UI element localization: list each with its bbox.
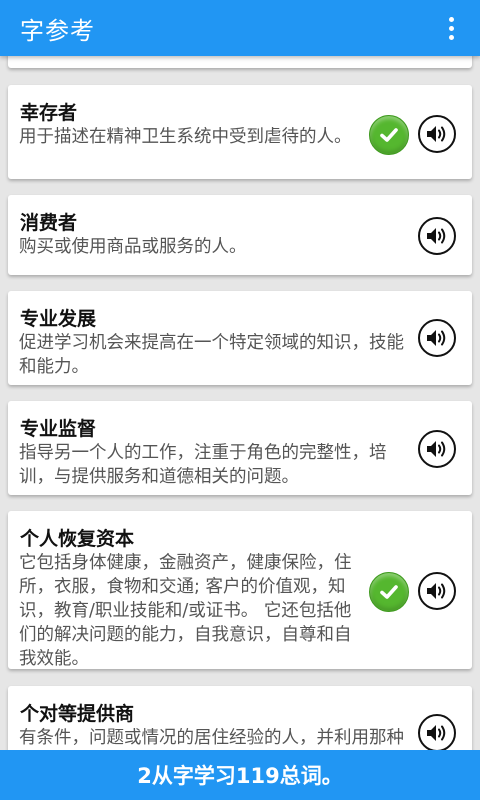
term-card[interactable]: 专业发展 促进学习机会来提高在一个特定领域的知识，技能和能力。	[8, 291, 472, 385]
term-title: 幸存者	[20, 102, 78, 124]
term-card[interactable]: 消费者 购买或使用商品或服务的人。	[8, 195, 472, 275]
speaker-icon[interactable]	[418, 319, 456, 357]
speaker-icon[interactable]	[418, 572, 456, 610]
term-definition: 促进学习机会来提高在一个特定领域的知识，技能和能力。	[19, 333, 404, 377]
term-definition: 用于描述在精神卫生系统中受到虐待的人。	[19, 127, 352, 147]
term-card[interactable]: 专业监督 指导另一个人的工作，注重于角色的完整性，培训，与提供服务和道德相关的问…	[8, 401, 472, 495]
app-title: 字参考	[20, 16, 95, 45]
term-card[interactable]: 幸存者 用于描述在精神卫生系统中受到虐待的人。	[8, 85, 472, 179]
term-title: 个人恢复资本	[20, 528, 135, 550]
term-title: 个对等提供商	[20, 703, 135, 725]
speaker-icon[interactable]	[418, 714, 456, 750]
term-title: 专业监督	[20, 418, 97, 440]
previous-card-edge	[8, 56, 472, 68]
check-icon	[369, 115, 409, 155]
term-list[interactable]: 幸存者 用于描述在精神卫生系统中受到虐待的人。 消费者 购买或使用商品或服务的人…	[0, 56, 480, 750]
speaker-icon[interactable]	[418, 430, 456, 468]
term-definition: 指导另一个人的工作，注重于角色的完整性，培训，与提供服务和道德相关的问题。	[19, 443, 387, 487]
term-title: 专业发展	[20, 308, 97, 330]
term-definition: 购买或使用商品或服务的人。	[19, 237, 247, 257]
term-card[interactable]: 个人恢复资本 它包括身体健康，金融资产，健康保险，住所，衣服，食物和交通; 客户…	[8, 511, 472, 669]
progress-footer: 2从字学习119总词。	[0, 750, 480, 800]
term-title: 消费者	[20, 212, 78, 234]
app-bar: 字参考	[0, 0, 480, 56]
speaker-icon[interactable]	[418, 217, 456, 255]
term-definition: 有条件，问题或情况的居住经验的人，并利用那种经验来帮助他人	[19, 728, 404, 748]
check-icon	[369, 572, 409, 612]
speaker-icon[interactable]	[418, 115, 456, 153]
more-vert-icon[interactable]	[436, 9, 466, 47]
progress-text: 2从字学习119总词。	[137, 764, 343, 788]
term-definition: 它包括身体健康，金融资产，健康保险，住所，衣服，食物和交通; 客户的价值观，知识…	[19, 553, 352, 669]
term-card[interactable]: 个对等提供商 有条件，问题或情况的居住经验的人，并利用那种经验来帮助他人	[8, 686, 472, 750]
